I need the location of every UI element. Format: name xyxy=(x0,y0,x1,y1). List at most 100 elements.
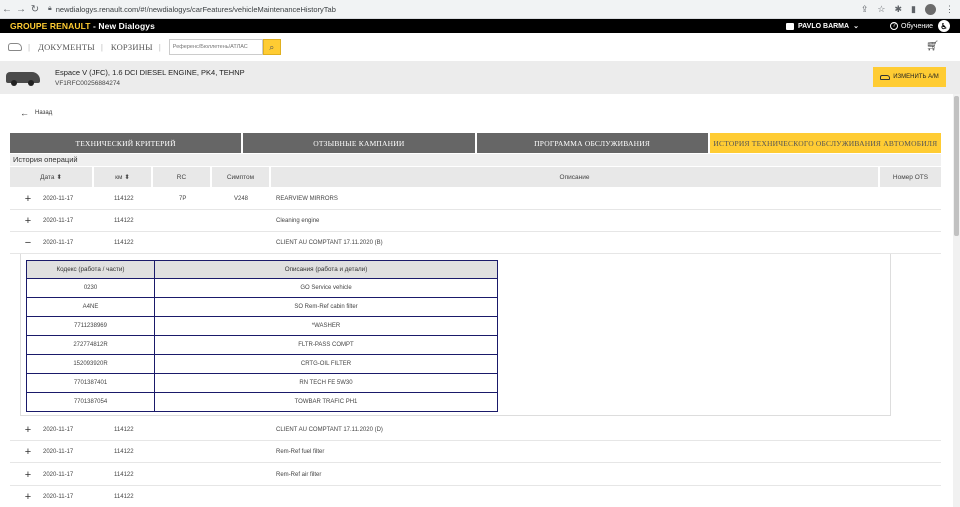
vehicle-bar: Espace V (JFC), 1.6 DCI DIESEL ENGINE, P… xyxy=(0,61,960,94)
row-km: 114122 xyxy=(114,218,134,224)
row-km: 114122 xyxy=(114,196,134,202)
column-label: Номер OTS xyxy=(892,173,929,181)
details-row: 7701387401 RN TECH FE 5W30 xyxy=(26,373,498,393)
row-date: 2020-11-17 xyxy=(43,494,74,500)
sidebar-icon[interactable]: ▮ xyxy=(911,4,916,15)
help-icon: ? xyxy=(890,22,898,30)
details-table: Кодекс (работа / части) Описания (работа… xyxy=(26,260,498,412)
row-km: 114122 xyxy=(114,494,134,500)
share-icon[interactable]: ⇪ xyxy=(861,4,869,15)
browser-toolbar: ← → ↻ 🔒︎ newdialogys.renault.com/#!/newd… xyxy=(0,0,960,19)
reload-icon[interactable]: ↻ xyxy=(28,0,42,19)
table-row[interactable]: + 2020-11-17 114122 Rem-Ref fuel filter xyxy=(10,441,941,463)
browser-actions: ⇪ ☆ ✱ ▮ ⋮ xyxy=(861,0,954,19)
lock-icon: 🔒︎ xyxy=(48,5,52,12)
collapse-icon[interactable]: − xyxy=(23,232,33,254)
row-date: 2020-11-17 xyxy=(43,240,74,246)
details-row: A4NE SO Rem-Ref cabin filter xyxy=(26,297,498,317)
expand-icon[interactable]: + xyxy=(23,419,33,441)
sort-icon: ⬍ xyxy=(56,174,62,181)
search-button[interactable]: ⌕ xyxy=(262,39,281,55)
expand-icon[interactable]: + xyxy=(23,441,33,463)
accessibility-icon[interactable]: ♿︎ xyxy=(938,20,950,32)
expand-icon[interactable]: + xyxy=(23,486,33,507)
star-icon[interactable]: ☆ xyxy=(877,4,885,15)
help-label: Обучение xyxy=(901,22,934,30)
vehicle-image xyxy=(6,72,40,86)
row-date: 2020-11-17 xyxy=(43,449,74,455)
details-header-desc: Описания (работа и детали) xyxy=(154,260,498,279)
row-description: Cleaning engine xyxy=(276,218,320,224)
column-description: Описание xyxy=(271,167,878,187)
back-label: Назад xyxy=(35,110,53,116)
table-row[interactable]: + 2020-11-17 114122 xyxy=(10,486,941,507)
tab-bar: ТЕХНИЧЕСКИЙ КРИТЕРИЙ ОТЗЫВНЫЕ КАМПАНИИ П… xyxy=(10,133,941,153)
row-date: 2020-11-17 xyxy=(43,196,74,202)
row-description: CLIENT AU COMPTANT 17.11.2020 (B) xyxy=(276,240,383,246)
divider: | xyxy=(100,42,103,52)
change-vehicle-button[interactable]: ИЗМЕНИТЬ А/М xyxy=(873,67,946,87)
change-vehicle-label: ИЗМЕНИТЬ А/М xyxy=(893,74,939,80)
detail-desc: *WASHER xyxy=(154,316,498,336)
sort-icon: ⬍ xyxy=(124,174,130,181)
tab-maintenance-program[interactable]: ПРОГРАММА ОБСЛУЖИВАНИЯ xyxy=(476,133,708,153)
nav-baskets[interactable]: КОРЗИНЫ xyxy=(111,42,153,52)
row-description: Rem-Ref air filter xyxy=(276,472,322,478)
car-icon[interactable] xyxy=(8,43,22,51)
back-link[interactable]: ← Назад xyxy=(20,108,52,118)
detail-desc: SO Rem-Ref cabin filter xyxy=(154,297,498,317)
row-description: CLIENT AU COMPTANT 17.11.2020 (D) xyxy=(276,427,383,433)
details-row: 7711238969 *WASHER xyxy=(26,316,498,336)
user-menu[interactable]: PAVLO BARMA ⌄ xyxy=(786,19,859,33)
details-row: 272774812R FLTR-PASS COMPT xyxy=(26,335,498,355)
brand-suffix: - New Dialogys xyxy=(90,21,155,31)
row-date: 2020-11-17 xyxy=(43,427,74,433)
row-date: 2020-11-17 xyxy=(43,218,74,224)
column-label: Симптом xyxy=(226,173,255,181)
detail-code: 7711238969 xyxy=(26,316,155,336)
table-header: Дата ⬍ км ⬍ RC Симптом Описание Номер OT… xyxy=(10,167,941,187)
extensions-icon[interactable]: ✱ xyxy=(895,4,903,15)
row-km: 114122 xyxy=(114,472,134,478)
detail-code: 7701387401 xyxy=(26,373,155,393)
tab-recall-campaigns[interactable]: ОТЗЫВНЫЕ КАМПАНИИ xyxy=(243,133,475,153)
table-row[interactable]: + 2020-11-17 114122 Rem-Ref air filter xyxy=(10,464,941,486)
scrollbar-thumb[interactable] xyxy=(954,96,959,236)
row-rc: 7P xyxy=(179,196,187,202)
expand-icon[interactable]: + xyxy=(23,210,33,232)
column-label: Дата xyxy=(40,173,55,181)
car-icon xyxy=(880,74,891,80)
cart-icon[interactable]: 🛒︎ xyxy=(926,41,939,52)
column-date[interactable]: Дата ⬍ xyxy=(10,167,92,187)
detail-code: 272774812R xyxy=(26,335,155,355)
user-card-icon xyxy=(786,22,794,30)
detail-code: 152093920R xyxy=(26,354,155,374)
expand-icon[interactable]: + xyxy=(23,188,33,210)
back-arrow-icon: ← xyxy=(20,108,29,118)
table-row[interactable]: + 2020-11-17 114122 Cleaning engine xyxy=(10,210,941,232)
tab-maintenance-history[interactable]: ИСТОРИЯ ТЕХНИЧЕСКОГО ОБСЛУЖИВАНИЯ АВТОМО… xyxy=(709,133,941,153)
column-label: Описание xyxy=(559,173,590,181)
back-arrow-icon[interactable]: ← xyxy=(0,0,14,19)
detail-desc: RN TECH FE 5W30 xyxy=(154,373,498,393)
expand-icon[interactable]: + xyxy=(23,464,33,486)
divider: | xyxy=(158,42,161,52)
vehicle-name: Espace V (JFC), 1.6 DCI DIESEL ENGINE, P… xyxy=(55,68,245,77)
tab-technical-criteria[interactable]: ТЕХНИЧЕСКИЙ КРИТЕРИЙ xyxy=(10,133,242,153)
help-link[interactable]: ? Обучение xyxy=(890,19,933,33)
nav-documents[interactable]: ДОКУМЕНТЫ xyxy=(38,42,95,52)
menu-dots-icon[interactable]: ⋮ xyxy=(945,4,954,15)
table-row[interactable]: + 2020-11-17 114122 7P V248 REARVIEW MIR… xyxy=(10,188,941,210)
section-title: История операций xyxy=(10,154,941,166)
column-km[interactable]: км ⬍ xyxy=(94,167,151,187)
brand-logo[interactable]: GROUPE RENAULT - New Dialogys xyxy=(10,21,155,31)
profile-avatar[interactable] xyxy=(925,4,936,15)
search-input[interactable] xyxy=(168,39,263,55)
page-scrollbar[interactable] xyxy=(953,94,960,507)
address-bar[interactable]: 🔒︎ newdialogys.renault.com/#!/newdialogy… xyxy=(48,5,336,14)
address-text: newdialogys.renault.com/#!/newdialogys/c… xyxy=(55,4,336,14)
table-row[interactable]: − 2020-11-17 114122 CLIENT AU COMPTANT 1… xyxy=(10,232,941,254)
details-row: 152093920R CRTG-OIL FILTER xyxy=(26,354,498,374)
table-row[interactable]: + 2020-11-17 114122 CLIENT AU COMPTANT 1… xyxy=(10,419,941,441)
forward-arrow-icon[interactable]: → xyxy=(14,0,28,19)
